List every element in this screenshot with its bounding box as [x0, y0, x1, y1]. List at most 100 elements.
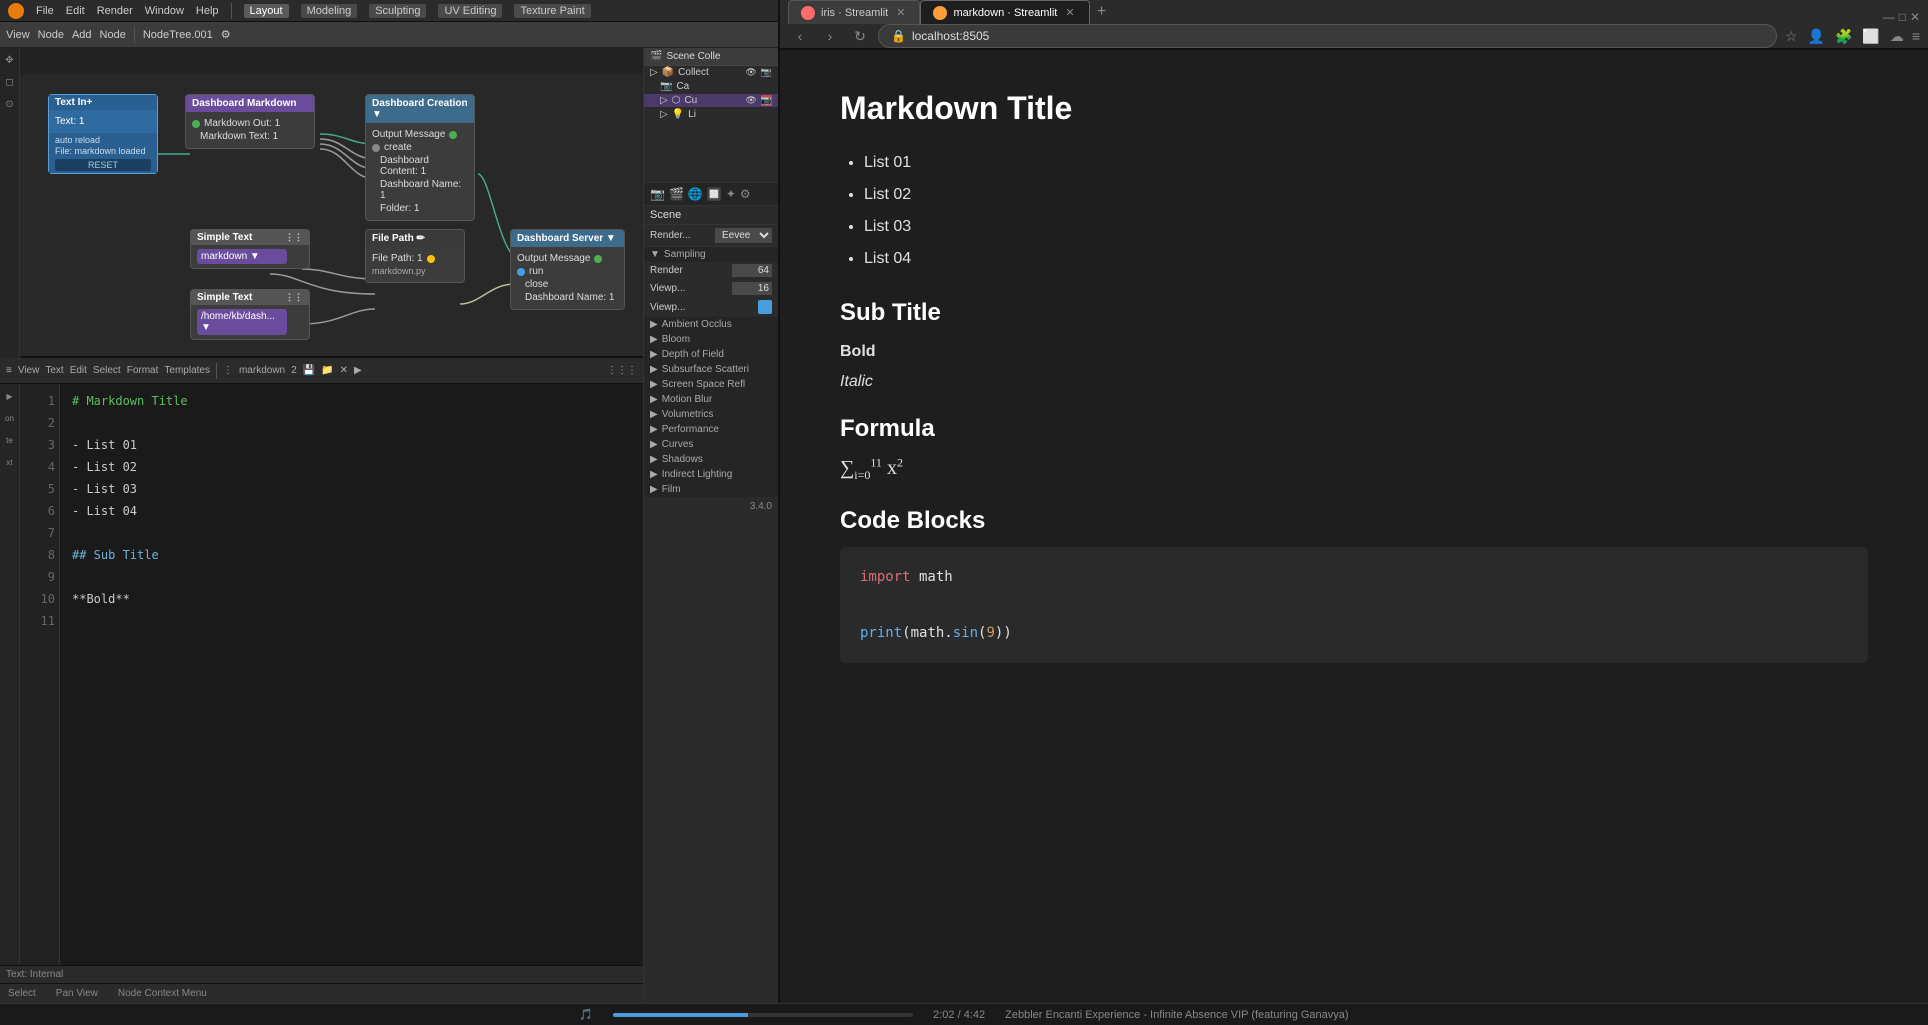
- dashboard-server-node[interactable]: Dashboard Server ▼ Output Message run cl…: [510, 229, 625, 310]
- te-edit[interactable]: Edit: [70, 365, 87, 376]
- code-area[interactable]: # Markdown Title - List 01 - List 02 - L…: [60, 384, 643, 965]
- props-icon-physics[interactable]: ⚙: [740, 187, 751, 201]
- te-play-icon[interactable]: ▶: [354, 365, 362, 376]
- menu-item-edit[interactable]: Edit: [66, 5, 85, 17]
- tab-favicon-markdown: [933, 6, 947, 20]
- props-icon-particles[interactable]: ✦: [726, 187, 736, 201]
- code-line-9: [72, 566, 631, 588]
- te-side-4[interactable]: xt: [2, 454, 18, 470]
- move-icon[interactable]: ✥: [2, 52, 18, 68]
- toolbar-node2[interactable]: Node: [100, 29, 126, 41]
- props-icon-object[interactable]: 🔲: [707, 187, 722, 201]
- simple-text-node-1[interactable]: Simple Text ⋮⋮ markdown ▼: [190, 229, 310, 269]
- volumetrics-section[interactable]: ▶ Volumetrics: [644, 407, 778, 422]
- menu-item-render[interactable]: Render: [97, 5, 133, 17]
- depth-of-field-section[interactable]: ▶ Depth of Field: [644, 347, 778, 362]
- dashboard-markdown-node[interactable]: Dashboard Markdown Markdown Out: 1 Markd…: [185, 94, 315, 149]
- menu-item-help[interactable]: Help: [196, 5, 219, 17]
- sampling-section[interactable]: ▼ Sampling: [644, 247, 778, 262]
- te-side-1[interactable]: ▶: [2, 388, 18, 404]
- reset-button[interactable]: RESET: [55, 159, 151, 171]
- text-editor-content[interactable]: ▶ on te xt 1 2 3 4 5 6 7 8 9 10 11: [0, 384, 643, 965]
- outline-item-collect[interactable]: ▷ 📦 Collect 👁 📷: [644, 66, 778, 80]
- te-view[interactable]: View: [18, 365, 40, 376]
- reload-button[interactable]: ↻: [848, 24, 872, 48]
- maximize-btn[interactable]: □: [1899, 10, 1906, 24]
- te-side-2[interactable]: on: [2, 410, 18, 426]
- performance-section[interactable]: ▶ Performance: [644, 422, 778, 437]
- progress-bar[interactable]: [613, 1013, 913, 1017]
- te-side-3[interactable]: te: [2, 432, 18, 448]
- outline-item-li[interactable]: ▷ 💡 Li: [644, 108, 778, 122]
- workspace-name[interactable]: NodeTree.001: [143, 29, 213, 41]
- outline-item-ca[interactable]: 📷 Ca: [644, 80, 778, 94]
- node-canvas[interactable]: Text In+ Text: 1 auto reload File: markd…: [0, 74, 643, 356]
- tab-close-iris[interactable]: ✕: [894, 6, 907, 19]
- viewport-samples-input[interactable]: [732, 282, 772, 295]
- te-save-icon[interactable]: 💾: [303, 365, 315, 376]
- visibility-icon2[interactable]: 👁: [745, 95, 756, 106]
- render-engine-select[interactable]: Eevee Cycles: [715, 228, 772, 243]
- select-icon[interactable]: ◻: [2, 74, 18, 90]
- toolbar-extras[interactable]: ⚙: [221, 28, 231, 41]
- menu-item-window[interactable]: Window: [145, 5, 184, 17]
- text-in-node[interactable]: Text In+ Text: 1 auto reload File: markd…: [48, 94, 158, 174]
- layout-tab-texture[interactable]: Texture Paint: [514, 4, 590, 18]
- simple-text-input-2[interactable]: /home/kb/dash... ▼: [197, 309, 287, 335]
- tab-close-markdown[interactable]: ✕: [1063, 6, 1076, 19]
- te-close-icon[interactable]: ✕: [340, 365, 348, 376]
- ambient-occlusion-section[interactable]: ▶ Ambient Occlus: [644, 317, 778, 332]
- te-select[interactable]: Select: [93, 365, 121, 376]
- shadows-section[interactable]: ▶ Shadows: [644, 452, 778, 467]
- film-section[interactable]: ▶ Film: [644, 482, 778, 497]
- back-button[interactable]: ‹: [788, 24, 812, 48]
- minimize-btn[interactable]: —: [1883, 10, 1895, 24]
- outline-item-cu[interactable]: ▷ ⬡ Cu 👁 📷: [644, 94, 778, 108]
- bookmark-icon[interactable]: ☆: [1783, 26, 1800, 47]
- toolbar-view[interactable]: View: [6, 29, 30, 41]
- render-icon2[interactable]: 📷: [761, 95, 772, 106]
- render-samples-input[interactable]: [732, 264, 772, 277]
- toolbar-node[interactable]: Node: [38, 29, 64, 41]
- curves-section[interactable]: ▶ Curves: [644, 437, 778, 452]
- forward-button[interactable]: ›: [818, 24, 842, 48]
- subsurface-section[interactable]: ▶ Subsurface Scatteri: [644, 362, 778, 377]
- visibility-icon[interactable]: 👁: [745, 67, 756, 78]
- lasso-icon[interactable]: ⊙: [2, 96, 18, 112]
- simple-text-input[interactable]: markdown ▼: [197, 249, 287, 264]
- props-icon-scene[interactable]: 🎬: [669, 187, 684, 201]
- simple-text-node-2[interactable]: Simple Text ⋮⋮ /home/kb/dash... ▼: [190, 289, 310, 340]
- layout-tab-modeling[interactable]: Modeling: [301, 4, 358, 18]
- text-editor-status: Text: Internal: [0, 965, 643, 983]
- url-bar[interactable]: 🔒 localhost:8505: [878, 24, 1777, 48]
- render-icon[interactable]: 📷: [761, 67, 772, 78]
- layout-tab-uv[interactable]: UV Editing: [438, 4, 502, 18]
- file-path-node[interactable]: File Path ✏ File Path: 1 markdown.py: [365, 229, 465, 283]
- toolbar-add[interactable]: Add: [72, 29, 92, 41]
- browser-tab-iris[interactable]: iris · Streamlit ✕: [788, 0, 920, 24]
- indirect-lighting-section[interactable]: ▶ Indirect Lighting: [644, 467, 778, 482]
- close-btn[interactable]: ✕: [1910, 10, 1920, 24]
- bloom-section[interactable]: ▶ Bloom: [644, 332, 778, 347]
- screen-space-section[interactable]: ▶ Screen Space Refl: [644, 377, 778, 392]
- dot-run: [517, 268, 525, 276]
- te-text[interactable]: Text: [45, 365, 63, 376]
- motion-blur-section[interactable]: ▶ Motion Blur: [644, 392, 778, 407]
- menu-item-file[interactable]: File: [36, 5, 54, 17]
- props-icon-camera[interactable]: 📷: [650, 187, 665, 201]
- dashboard-creation-node[interactable]: Dashboard Creation ▼ Output Message crea…: [365, 94, 475, 221]
- te-templates[interactable]: Templates: [164, 365, 210, 376]
- extensions-icon[interactable]: 🧩: [1833, 26, 1854, 47]
- sync-icon[interactable]: ☁: [1888, 26, 1906, 47]
- hamburger-menu[interactable]: ≡: [1912, 28, 1920, 44]
- te-folder-icon[interactable]: 📁: [321, 365, 333, 376]
- browser-tab-markdown[interactable]: markdown · Streamlit ✕: [920, 0, 1089, 24]
- profile-icon[interactable]: 👤: [1806, 26, 1827, 47]
- viewport-denoise-btn[interactable]: [758, 300, 772, 314]
- new-tab-button[interactable]: +: [1090, 0, 1114, 24]
- te-format[interactable]: Format: [127, 365, 159, 376]
- layout-tab-layout[interactable]: Layout: [244, 4, 289, 18]
- props-icon-world[interactable]: 🌐: [688, 187, 703, 201]
- layout-tab-sculpting[interactable]: Sculpting: [369, 4, 426, 18]
- apps-icon[interactable]: ⬜: [1860, 26, 1881, 47]
